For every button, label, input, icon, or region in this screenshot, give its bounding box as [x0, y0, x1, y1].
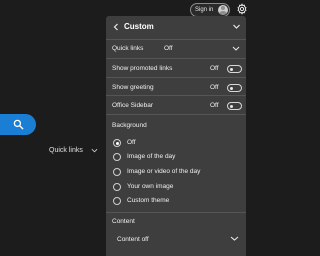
content-heading: Content: [112, 218, 135, 225]
divider: [106, 95, 246, 96]
radio-button[interactable]: [113, 153, 121, 161]
radio-label: Image or video of the day: [127, 168, 201, 175]
office-sidebar-label: Office Sidebar: [112, 102, 154, 109]
content-dropdown-value: Content off: [117, 236, 149, 243]
gear-icon[interactable]: [236, 3, 248, 15]
background-option-off[interactable]: Off: [113, 139, 233, 148]
chevron-down-icon[interactable]: [91, 148, 98, 153]
background-option-custom-theme[interactable]: Custom theme: [113, 197, 233, 206]
content-dropdown[interactable]: Content off: [112, 230, 242, 244]
show-promoted-links-state: Off: [210, 65, 219, 72]
sign-in-button[interactable]: Sign in: [190, 3, 230, 17]
chevron-down-icon[interactable]: [232, 46, 240, 51]
quick-links-setting-label: Quick links: [112, 45, 144, 52]
panel-title: Custom: [124, 22, 154, 31]
background-option-image-of-the-day[interactable]: Image of the day: [113, 153, 233, 162]
divider: [106, 114, 246, 115]
show-greeting-label: Show greeting: [112, 84, 154, 91]
quick-links-value[interactable]: Off: [164, 45, 173, 52]
quick-links-label[interactable]: Quick links: [49, 147, 83, 154]
radio-label: Custom theme: [127, 197, 170, 204]
show-promoted-links-label: Show promoted links: [112, 65, 173, 72]
office-sidebar-state: Off: [210, 102, 219, 109]
radio-button-selected[interactable]: [113, 139, 121, 147]
radio-label: Your own image: [127, 183, 174, 190]
radio-label: Off: [127, 139, 136, 146]
search-button[interactable]: [0, 114, 36, 135]
divider: [106, 58, 246, 59]
new-tab-page: Sign in Quick links Custom Quick links O…: [0, 0, 250, 256]
radio-button[interactable]: [113, 183, 121, 191]
show-greeting-state: Off: [210, 84, 219, 91]
show-promoted-links-toggle[interactable]: [227, 65, 242, 73]
divider: [106, 39, 246, 40]
chevron-left-icon[interactable]: [112, 23, 120, 31]
avatar-icon: [218, 5, 228, 15]
search-icon: [13, 119, 24, 130]
divider: [106, 77, 246, 78]
panel-header: Custom: [106, 16, 246, 38]
chevron-down-icon[interactable]: [232, 22, 241, 31]
office-sidebar-toggle[interactable]: [227, 102, 242, 110]
sign-in-label: Sign in: [195, 7, 214, 13]
radio-label: Image of the day: [127, 153, 176, 160]
radio-button[interactable]: [113, 197, 121, 205]
background-option-image-or-video[interactable]: Image or video of the day: [113, 168, 233, 177]
show-greeting-toggle[interactable]: [227, 84, 242, 92]
divider: [106, 212, 246, 213]
customization-panel: Custom Quick links Off Show promoted lin…: [106, 16, 246, 256]
background-heading: Background: [112, 122, 147, 129]
chevron-down-icon: [230, 236, 239, 241]
background-option-your-own-image[interactable]: Your own image: [113, 183, 233, 192]
radio-button[interactable]: [113, 168, 121, 176]
